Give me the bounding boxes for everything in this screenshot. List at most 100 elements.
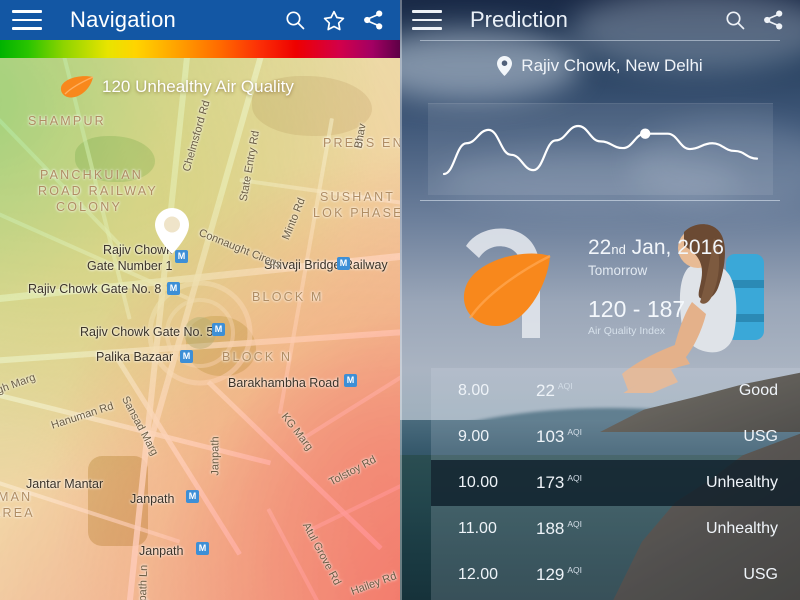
leaf-logo-icon xyxy=(442,216,570,342)
aqi-sparkline-chart[interactable] xyxy=(428,103,773,195)
panel-divider xyxy=(400,0,402,600)
row-aqi-value: 173 AQI xyxy=(536,473,686,493)
map-label: Gate Number 1 xyxy=(87,259,173,273)
row-aqi-unit: AQI xyxy=(567,427,583,438)
prediction-appbar-actions xyxy=(725,10,784,30)
row-time: 11.00 xyxy=(458,520,497,537)
map-label: SUSHANT xyxy=(320,190,396,204)
hamburger-menu-icon[interactable] xyxy=(12,0,50,40)
row-aqi-unit: AQI xyxy=(567,565,583,576)
row-aqi-number: 129 xyxy=(536,565,565,584)
navigation-appbar: Navigation xyxy=(0,0,400,40)
row-aqi-unit: AQI xyxy=(557,381,573,392)
row-time: 12.00 xyxy=(458,566,499,583)
app-root: SHAMPUR PANCHKUIAN ROAD RAILWAY COLONY Rajiv… xyxy=(0,0,800,600)
page-title: Prediction xyxy=(470,7,568,32)
sparkline-svg xyxy=(442,124,759,176)
location-pin-icon xyxy=(497,56,513,76)
navigation-panel: SHAMPUR PANCHKUIAN ROAD RAILWAY COLONY Rajiv… xyxy=(0,0,400,600)
map-label: Janpath xyxy=(209,436,222,476)
forecast-info: 22nd Jan, 2016 Tomorrow 120 - 187 Air Qu… xyxy=(588,236,724,337)
table-row[interactable]: 8.00 22 AQI Good xyxy=(431,368,800,414)
row-category: USG xyxy=(743,428,778,445)
row-aqi-value: 129 AQI xyxy=(536,565,686,585)
location-row[interactable]: Rajiv Chowk, New Delhi xyxy=(400,52,800,80)
map-label: ROAD RAILWAY xyxy=(38,184,158,198)
share-icon[interactable] xyxy=(763,10,784,30)
row-category: Unhealthy xyxy=(705,520,778,537)
hamburger-menu-icon[interactable] xyxy=(412,0,450,40)
row-aqi-unit: AQI xyxy=(567,519,583,530)
metro-station-badge[interactable]: M xyxy=(196,542,209,555)
row-aqi-value: 103 AQI xyxy=(536,427,686,447)
row-time: 9.00 xyxy=(458,428,490,445)
table-rows-container: 8.00 22 AQI Good 9.00 103 AQI USG 10.00 173 AQI Unh… xyxy=(431,368,800,598)
metro-station-badge[interactable]: M xyxy=(344,374,357,387)
row-aqi-unit: AQI xyxy=(567,473,583,484)
forecast-date-ordinal: nd xyxy=(611,242,626,257)
prediction-appbar: Prediction xyxy=(400,0,800,40)
sparkline-path xyxy=(442,124,759,176)
row-aqi-number: 22 xyxy=(536,381,555,400)
map-label: PANCHKUIAN xyxy=(40,168,144,182)
navigation-appbar-actions xyxy=(285,10,384,31)
row-aqi-number: 103 xyxy=(536,427,565,446)
map-label: SHAMPUR xyxy=(28,114,106,128)
map-label: Jantar Mantar xyxy=(26,477,104,491)
forecast-aqi-range-label: Air Quality Index xyxy=(588,325,666,337)
table-row[interactable]: 11.00 188 AQI Unhealthy xyxy=(431,506,800,552)
map-label: Rajiv Chowk Gate No. 5 xyxy=(80,325,214,339)
leaf-icon xyxy=(60,76,94,98)
star-icon[interactable] xyxy=(323,10,345,31)
chart-underline xyxy=(420,200,780,201)
row-aqi-value: 188 AQI xyxy=(536,519,686,539)
map-label: AREA xyxy=(0,506,35,520)
map-label: BLOCK M xyxy=(252,290,324,304)
metro-station-badge[interactable]: M xyxy=(180,350,193,363)
location-name: Rajiv Chowk, New Delhi xyxy=(521,56,703,75)
map-label: Barakhambha Road xyxy=(228,376,340,390)
forecast-date-rest: Jan, 2016 xyxy=(625,236,724,259)
aqi-gradient-bar xyxy=(0,40,400,58)
table-row[interactable]: 9.00 103 AQI USG xyxy=(431,414,800,460)
map-canvas[interactable]: SHAMPUR PANCHKUIAN ROAD RAILWAY COLONY Rajiv… xyxy=(0,58,400,600)
map-label: COLONY xyxy=(56,200,122,214)
map-label: Rajiv Chowk Gate No. 8 xyxy=(28,282,162,296)
hourly-forecast-table: 8.00 22 AQI Good 9.00 103 AQI USG 10.00 173 AQI Unh… xyxy=(431,368,800,600)
prediction-panel: 22nd Jan, 2016 Tomorrow 120 - 187 Air Qu… xyxy=(400,0,800,600)
map-label: Palika Bazaar xyxy=(96,350,174,364)
row-category: Good xyxy=(738,382,778,399)
page-title: Navigation xyxy=(70,7,176,32)
row-time: 10.00 xyxy=(458,474,499,491)
search-icon[interactable] xyxy=(285,10,305,30)
row-aqi-value: 22 AQI xyxy=(536,381,686,401)
row-time: 8.00 xyxy=(458,382,490,399)
aqi-banner: 120 Unhealthy Air Quality xyxy=(60,76,294,98)
metro-station-badge[interactable]: M xyxy=(337,257,350,270)
metro-station-badge[interactable]: M xyxy=(167,282,180,295)
map-label: Janpath xyxy=(130,492,175,506)
map-label: Janpath Ln xyxy=(136,564,151,600)
map-label: Janpath xyxy=(139,544,184,558)
search-icon[interactable] xyxy=(725,10,745,30)
map-label: LOK PHASE 1 xyxy=(313,206,400,220)
forecast-date-day: 22 xyxy=(588,236,612,259)
share-icon[interactable] xyxy=(363,10,384,30)
row-aqi-number: 173 xyxy=(536,473,565,492)
row-category: Unhealthy xyxy=(705,474,778,491)
metro-station-badge[interactable]: M xyxy=(212,323,225,336)
aqi-banner-text: 120 Unhealthy Air Quality xyxy=(102,77,294,96)
appbar-divider xyxy=(420,40,780,41)
map-label: MAN xyxy=(0,490,33,504)
row-category: USG xyxy=(743,566,778,583)
metro-station-badge[interactable]: M xyxy=(186,490,199,503)
map-pin-icon[interactable] xyxy=(155,208,189,254)
map-label: BLOCK N xyxy=(222,350,293,364)
forecast-day-label: Tomorrow xyxy=(588,263,648,278)
sparkline-marker[interactable] xyxy=(640,128,651,139)
forecast-aqi-range: 120 - 187 xyxy=(588,296,686,322)
row-aqi-number: 188 xyxy=(536,519,565,538)
table-row[interactable]: 12.00 129 AQI USG xyxy=(431,552,800,598)
table-row[interactable]: 10.00 173 AQI Unhealthy xyxy=(431,460,800,506)
forecast-date: 22nd Jan, 2016 xyxy=(588,236,724,260)
